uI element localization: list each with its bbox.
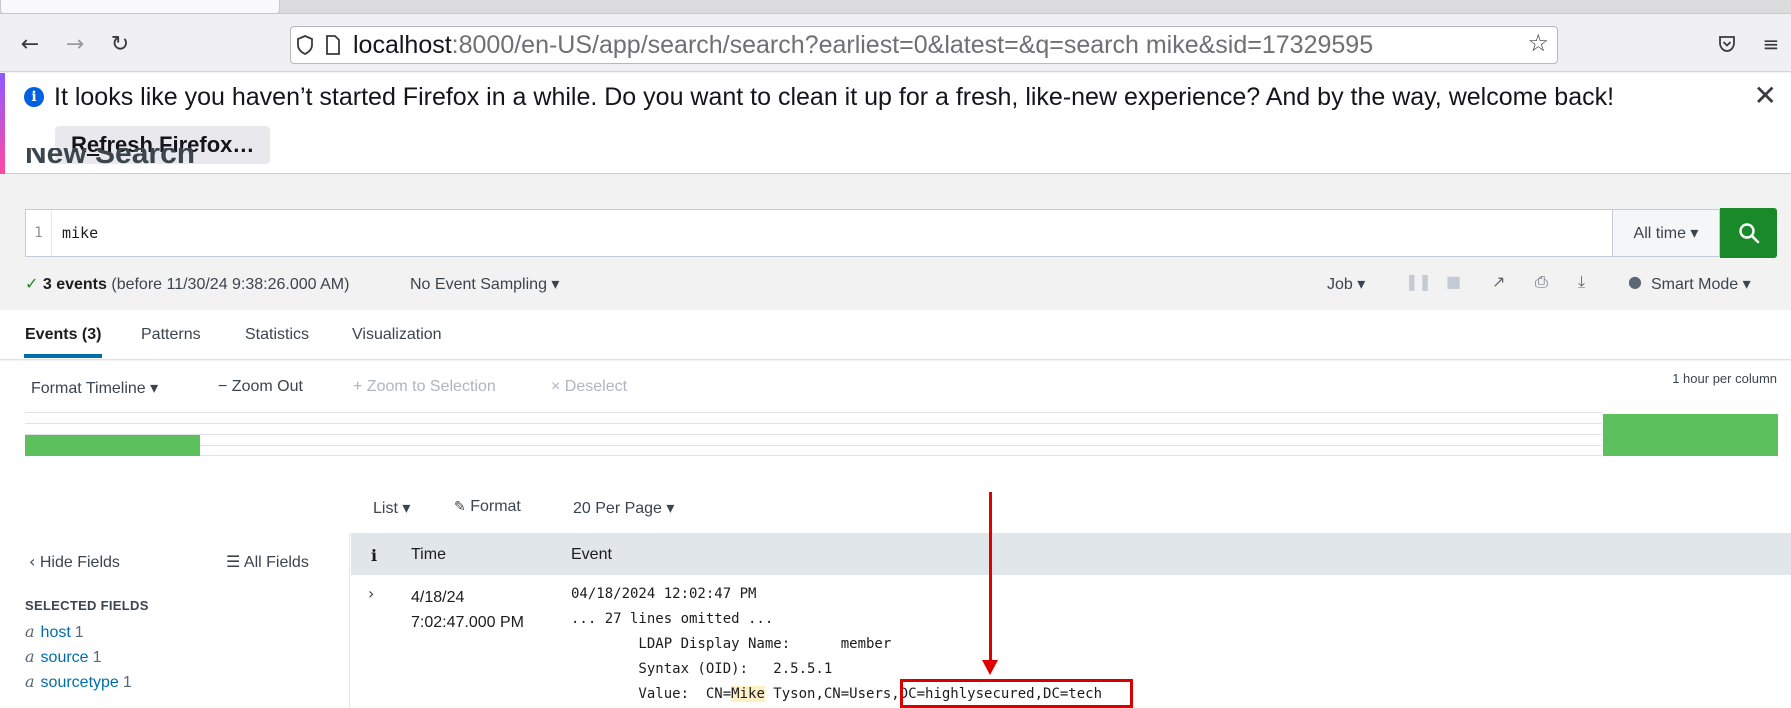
all-fields-button[interactable]: ☰ All Fields bbox=[226, 552, 309, 572]
firefox-notification-bar: i It looks like you haven’t started Fire… bbox=[0, 73, 1791, 174]
info-icon: i bbox=[24, 87, 44, 107]
browser-toolbar: ← → ↻ localhost:8000/en-US/app/search/se… bbox=[0, 14, 1791, 72]
event-sampling-dropdown[interactable]: No Event Sampling ▾ bbox=[410, 274, 559, 294]
tab-visualization[interactable]: Visualization bbox=[352, 326, 442, 344]
page-title: New Search bbox=[25, 148, 196, 170]
events-table-header bbox=[351, 533, 1791, 575]
annotation-arrow-head bbox=[982, 660, 998, 675]
event-date: 4/18/24 bbox=[411, 589, 465, 606]
field-name: host bbox=[40, 624, 71, 641]
event-time: 4/18/24 7:02:47.000 PM bbox=[411, 585, 524, 635]
star-icon[interactable]: ☆ bbox=[1527, 29, 1549, 57]
status-detail: (before 11/30/24 9:38:26.000 AM) bbox=[111, 276, 350, 293]
field-name: source bbox=[40, 649, 89, 666]
job-menu[interactable]: Job ▾ bbox=[1327, 274, 1365, 294]
notification-accent bbox=[0, 73, 5, 174]
time-column-header[interactable]: Time bbox=[411, 546, 446, 564]
event-clock: 7:02:47.000 PM bbox=[411, 614, 524, 631]
url-host: localhost bbox=[353, 30, 452, 59]
tab-patterns[interactable]: Patterns bbox=[141, 326, 201, 344]
pause-icon[interactable]: ❚❚ bbox=[1405, 272, 1432, 291]
search-term-highlight[interactable]: Mike bbox=[731, 686, 765, 702]
field-sourcetype[interactable]: a sourcetype 1 bbox=[25, 672, 132, 692]
close-icon[interactable]: ✕ bbox=[1754, 79, 1777, 112]
event-text: Value: CN= bbox=[571, 686, 732, 702]
browser-tab-strip bbox=[0, 0, 1791, 14]
format-label: Format bbox=[470, 498, 521, 515]
search-mode-dropdown[interactable]: Smart Mode ▾ bbox=[1651, 274, 1751, 294]
hamburger-menu-icon[interactable]: ≡ bbox=[1757, 30, 1785, 58]
timeline-bar[interactable] bbox=[1603, 414, 1778, 456]
active-tab-indicator bbox=[24, 354, 102, 358]
pocket-icon[interactable] bbox=[1713, 30, 1741, 58]
zoom-to-selection-button[interactable]: + Zoom to Selection bbox=[353, 378, 496, 396]
timeline-gridline bbox=[25, 455, 1602, 456]
timeline-gridline bbox=[25, 423, 1602, 424]
event-count: 3 events bbox=[42, 276, 107, 293]
list-view-dropdown[interactable]: List ▾ bbox=[373, 498, 410, 518]
event-line: Syntax (OID): 2.5.5.1 bbox=[571, 661, 833, 677]
list-icon: ☰ bbox=[226, 552, 241, 571]
field-host[interactable]: a host 1 bbox=[25, 622, 84, 642]
info-column-header[interactable]: i bbox=[371, 546, 377, 565]
print-icon[interactable]: ⎙ bbox=[1535, 272, 1548, 292]
url-text[interactable]: localhost:8000/en-US/app/search/search?e… bbox=[353, 31, 1523, 60]
field-type-icon: a bbox=[25, 647, 35, 666]
page-icon bbox=[319, 27, 347, 63]
zoom-out-button[interactable]: − Zoom Out bbox=[218, 378, 303, 396]
url-path: :8000/en-US/app/search/search?earliest=0… bbox=[451, 30, 1374, 59]
notification-message: It looks like you haven’t started Firefo… bbox=[54, 83, 1615, 111]
deselect-button[interactable]: × Deselect bbox=[551, 378, 627, 396]
export-icon[interactable]: ⤓ bbox=[1578, 272, 1585, 292]
annotation-arrow bbox=[989, 492, 992, 662]
arrow-left-icon[interactable]: ← bbox=[14, 28, 46, 60]
search-line-number: 1 bbox=[26, 210, 52, 256]
tab-events[interactable]: Events (3) bbox=[25, 326, 101, 344]
format-timeline-dropdown[interactable]: Format Timeline ▾ bbox=[31, 378, 158, 398]
field-count: 1 bbox=[74, 624, 84, 641]
field-count: 1 bbox=[92, 649, 102, 666]
timeline-gridline bbox=[25, 445, 1602, 446]
field-source[interactable]: a source 1 bbox=[25, 647, 101, 667]
pencil-icon: ✎ bbox=[454, 499, 466, 515]
url-bar[interactable]: localhost:8000/en-US/app/search/search?e… bbox=[290, 26, 1558, 64]
tab-statistics[interactable]: Statistics bbox=[245, 326, 309, 344]
timeline-bar[interactable] bbox=[25, 435, 200, 456]
chevron-left-icon: ‹ bbox=[29, 552, 36, 571]
field-type-icon: a bbox=[25, 622, 35, 641]
time-range-picker[interactable]: All time ▾ bbox=[1613, 209, 1720, 257]
format-button[interactable]: ✎ Format bbox=[454, 498, 521, 516]
search-icon bbox=[1738, 223, 1759, 244]
browser-tab[interactable] bbox=[0, 0, 280, 14]
timeline-gridline bbox=[25, 412, 1602, 413]
chevron-right-icon[interactable]: › bbox=[368, 584, 374, 603]
event-line: LDAP Display Name: member bbox=[571, 636, 892, 652]
stop-icon[interactable]: ■ bbox=[1446, 272, 1461, 291]
search-query-text[interactable]: mike bbox=[62, 224, 98, 242]
search-status: ✓ 3 events (before 11/30/24 9:38:26.000 … bbox=[25, 274, 349, 294]
timeline-gridline bbox=[25, 434, 1602, 435]
annotation-highlight-box bbox=[900, 679, 1133, 708]
lightbulb-icon: ● bbox=[1628, 272, 1642, 291]
arrow-right-icon[interactable]: → bbox=[59, 28, 91, 60]
event-line[interactable]: ... 27 lines omitted ... bbox=[571, 611, 773, 627]
event-column-header: Event bbox=[571, 546, 612, 563]
field-name: sourcetype bbox=[40, 674, 119, 691]
search-button[interactable] bbox=[1720, 208, 1777, 258]
field-count: 1 bbox=[122, 674, 132, 691]
per-page-dropdown[interactable]: 20 Per Page ▾ bbox=[573, 498, 674, 518]
reload-icon[interactable]: ↻ bbox=[104, 28, 136, 60]
timeline-scale: 1 hour per column bbox=[1672, 371, 1777, 386]
check-icon: ✓ bbox=[25, 276, 39, 293]
shield-icon[interactable] bbox=[291, 27, 319, 63]
event-line: 04/18/2024 12:02:47 PM bbox=[571, 586, 757, 602]
selected-fields-heading: SELECTED FIELDS bbox=[25, 598, 149, 613]
field-type-icon: a bbox=[25, 672, 35, 691]
share-icon[interactable]: ↗ bbox=[1492, 272, 1505, 291]
hide-fields-button[interactable]: ‹ Hide Fields bbox=[29, 552, 120, 572]
all-fields-label: All Fields bbox=[243, 554, 309, 571]
search-input[interactable]: 1 mike bbox=[25, 209, 1613, 257]
hide-fields-label: Hide Fields bbox=[39, 554, 120, 571]
timeline-chart[interactable] bbox=[25, 412, 1778, 456]
